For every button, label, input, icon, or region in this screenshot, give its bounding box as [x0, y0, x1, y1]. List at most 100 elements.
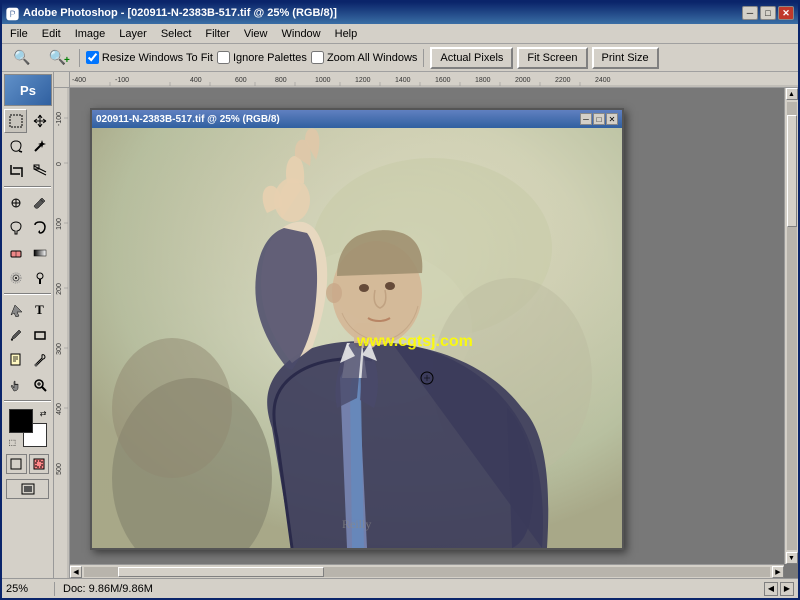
pen-tool[interactable]	[4, 323, 27, 347]
zoom-in-button[interactable]: +🔍	[41, 47, 72, 69]
ignore-palettes-check[interactable]: Ignore Palettes	[217, 51, 307, 64]
svg-text:300: 300	[56, 343, 63, 355]
scroll-right-btn[interactable]: ▶	[772, 566, 784, 578]
menu-view[interactable]: View	[238, 26, 274, 42]
foreground-color-swatch[interactable]	[9, 409, 33, 433]
scroll-down-btn[interactable]: ▼	[786, 552, 798, 564]
menu-image[interactable]: Image	[69, 26, 112, 42]
menu-filter[interactable]: Filter	[199, 26, 235, 42]
title-bar-text: Adobe Photoshop - [020911-N-2383B-517.ti…	[23, 7, 337, 19]
dodge-tool[interactable]	[28, 266, 51, 290]
tool-row-11	[4, 373, 51, 397]
v-scroll-thumb[interactable]	[787, 115, 797, 227]
document-window-controls: ─ □ ✕	[580, 113, 618, 125]
zoom-out-button[interactable]: 🔍	[6, 47, 37, 69]
path-select-tool[interactable]	[4, 298, 27, 322]
swap-colors-icon[interactable]: ⇄	[40, 409, 47, 418]
h-scrollbar[interactable]: ◀ ▶	[70, 564, 784, 578]
svg-text:800: 800	[275, 77, 287, 84]
svg-text:400: 400	[56, 403, 63, 415]
v-scroll-track[interactable]	[787, 102, 797, 550]
crop-tool[interactable]	[4, 159, 27, 183]
svg-text:500: 500	[56, 463, 63, 475]
h-scroll-track[interactable]	[84, 567, 770, 577]
menu-window[interactable]: Window	[276, 26, 327, 42]
resize-windows-check[interactable]: Resize Windows To Fit	[86, 51, 213, 64]
shape-tool[interactable]	[28, 323, 51, 347]
title-bar: 🅿 Adobe Photoshop - [020911-N-2383B-517.…	[2, 2, 798, 24]
doc-minimize-btn[interactable]: ─	[580, 113, 592, 125]
default-colors-icon[interactable]: ⬚	[9, 438, 17, 447]
zoom-all-windows-check[interactable]: Zoom All Windows	[311, 51, 417, 64]
nav-next-btn[interactable]: ▶	[780, 582, 794, 596]
zoom-level: 25%	[6, 583, 46, 595]
gradient-tool[interactable]	[28, 241, 51, 265]
h-scroll-thumb[interactable]	[118, 567, 324, 577]
tool-separator-3	[4, 400, 51, 402]
menu-file[interactable]: File	[4, 26, 34, 42]
zoom-tool[interactable]	[28, 373, 51, 397]
eraser-tool[interactable]	[4, 241, 27, 265]
v-scrollbar[interactable]: ▲ ▼	[784, 88, 798, 564]
type-tool[interactable]: T	[28, 298, 51, 322]
svg-text:-100: -100	[56, 112, 63, 126]
status-separator	[54, 582, 55, 596]
stamp-tool[interactable]	[4, 216, 27, 240]
canvas-container[interactable]: 020911-N-2383B-517.tif @ 25% (RGB/8) ─ □…	[70, 88, 798, 578]
actual-pixels-button[interactable]: Actual Pixels	[430, 47, 513, 69]
hand-tool[interactable]	[4, 373, 27, 397]
menu-help[interactable]: Help	[329, 26, 364, 42]
scroll-up-btn[interactable]: ▲	[786, 88, 798, 100]
screen-mode-button[interactable]	[6, 479, 49, 499]
svg-text:1600: 1600	[435, 77, 451, 84]
vertical-ruler: -100 0 100 200 300 400 500	[54, 88, 70, 578]
menu-layer[interactable]: Layer	[113, 26, 153, 42]
resize-windows-label: Resize Windows To Fit	[102, 52, 213, 64]
painting-svg: www.cgtsj.com Reilly	[92, 128, 622, 548]
tool-row-9	[4, 323, 51, 347]
title-bar-controls: ─ □ ✕	[742, 6, 794, 20]
quick-mask-mode-button[interactable]	[29, 454, 50, 474]
status-bar: 25% Doc: 9.86M/9.86M ◀ ▶	[2, 578, 798, 598]
svg-text:Reilly: Reilly	[342, 517, 371, 531]
tool-row-7	[4, 266, 51, 290]
svg-text:2400: 2400	[595, 77, 611, 84]
standard-mode-button[interactable]	[6, 454, 27, 474]
print-size-button[interactable]: Print Size	[592, 47, 659, 69]
tool-row-3	[4, 159, 51, 183]
slice-tool[interactable]	[28, 159, 51, 183]
tool-row-2	[4, 134, 51, 158]
close-button[interactable]: ✕	[778, 6, 794, 20]
eyedropper-tool[interactable]	[28, 348, 51, 372]
move-tool[interactable]	[28, 109, 51, 133]
nav-prev-btn[interactable]: ◀	[764, 582, 778, 596]
doc-close-btn[interactable]: ✕	[606, 113, 618, 125]
maximize-button[interactable]: □	[760, 6, 776, 20]
status-nav: ◀ ▶	[764, 582, 794, 596]
history-brush-tool[interactable]	[28, 216, 51, 240]
zoom-all-windows-label: Zoom All Windows	[327, 52, 417, 64]
magic-wand-tool[interactable]	[28, 134, 51, 158]
heal-tool[interactable]	[4, 191, 27, 215]
menu-edit[interactable]: Edit	[36, 26, 67, 42]
document-title: 020911-N-2383B-517.tif @ 25% (RGB/8)	[96, 114, 280, 125]
document-size: Doc: 9.86M/9.86M	[63, 583, 756, 595]
svg-text:600: 600	[235, 77, 247, 84]
tool-row-1	[4, 109, 51, 133]
svg-text:1000: 1000	[315, 77, 331, 84]
svg-text:0: 0	[56, 162, 63, 166]
svg-text:www.cgtsj.com: www.cgtsj.com	[356, 333, 473, 350]
doc-maximize-btn[interactable]: □	[593, 113, 605, 125]
brush-tool[interactable]	[28, 191, 51, 215]
menu-select[interactable]: Select	[155, 26, 198, 42]
scroll-left-btn[interactable]: ◀	[70, 566, 82, 578]
minimize-button[interactable]: ─	[742, 6, 758, 20]
lasso-tool[interactable]	[4, 134, 27, 158]
tool-row-8: T	[4, 298, 51, 322]
toolbox: Ps	[2, 72, 54, 578]
fit-screen-button[interactable]: Fit Screen	[517, 47, 587, 69]
marquee-tool[interactable]	[4, 109, 27, 133]
screen-mode-area	[4, 477, 51, 501]
blur-tool[interactable]	[4, 266, 27, 290]
notes-tool[interactable]	[4, 348, 27, 372]
